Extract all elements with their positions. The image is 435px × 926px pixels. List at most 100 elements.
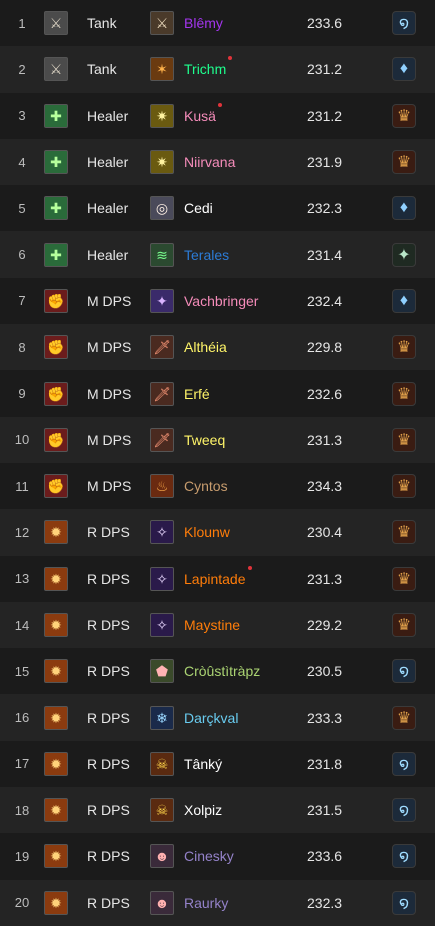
tank-role-icon: ⚔: [44, 11, 68, 36]
table-row[interactable]: 17 ✹ R DPS ☠ Tânký 231.8 ໑: [0, 740, 435, 788]
blue-crystal-icon: ♦: [392, 57, 416, 82]
shaman-spec-icon: ☻: [150, 844, 174, 869]
player-name[interactable]: Vachbringer: [184, 293, 258, 309]
tank-role-icon: ⚔: [44, 57, 68, 82]
blue-swirl-icon: ໑: [392, 844, 416, 869]
player-name[interactable]: Tânký: [184, 756, 222, 772]
player-name[interactable]: Tweeq: [184, 432, 225, 448]
table-row[interactable]: 18 ✹ R DPS ☠ Xolpiz 231.5 ໑: [0, 787, 435, 834]
mage-spec-icon: ✧: [150, 613, 174, 637]
player-name[interactable]: Trichm: [184, 56, 233, 77]
table-row[interactable]: 11 ✊ M DPS ♨ Cyntos 234.3 ♛: [0, 462, 435, 510]
healer-role-icon: ✚: [44, 150, 68, 175]
ranged-dps-role-icon: ✹: [44, 520, 68, 545]
red-crest-icon: ♛: [392, 613, 416, 637]
item-level: 233.3: [307, 709, 343, 726]
table-row[interactable]: 2 ⚔ Tank ✶ Trichm 231.2 ♦: [0, 46, 435, 93]
role-label: R DPS: [87, 617, 130, 633]
table-row[interactable]: 13 ✹ R DPS ✧ Lapintade 231.3 ♛: [0, 555, 435, 602]
player-name[interactable]: Kusä: [184, 102, 222, 124]
player-name[interactable]: Althéia: [184, 339, 227, 355]
table-row[interactable]: 6 ✚ Healer ≋ Terales 231.4 ✦: [0, 231, 435, 278]
item-level: 232.3: [307, 894, 343, 911]
red-crest-icon: ♛: [392, 103, 416, 128]
player-name[interactable]: Niirvana: [184, 154, 235, 170]
role-label: R DPS: [87, 894, 130, 911]
melee-dps-role-icon: ✊: [44, 474, 68, 499]
row-number: 19: [14, 848, 30, 864]
melee-dps-role-icon: ✊: [44, 381, 68, 406]
melee-dps-role-icon: ✊: [44, 427, 68, 452]
warrior-spec-icon: ⚔: [150, 11, 174, 36]
ranged-dps-role-icon: ✹: [44, 798, 68, 823]
player-name[interactable]: Xolpiz: [184, 802, 222, 818]
player-name[interactable]: Erfé: [184, 386, 210, 402]
paladin-spec-icon: ✷: [150, 150, 174, 175]
role-label: M DPS: [87, 478, 132, 495]
table-row[interactable]: 5 ✚ Healer ◎ Cedi 232.3 ♦: [0, 185, 435, 232]
table-row[interactable]: 10 ✊ M DPS 🗡 Tweeq 231.3 ♛: [0, 416, 435, 463]
blue-swirl-icon: ໑: [392, 751, 416, 776]
ranged-dps-role-icon: ✹: [44, 659, 68, 684]
role-label: M DPS: [87, 292, 132, 309]
red-crest-icon: ♛: [392, 335, 416, 360]
item-level: 233.6: [307, 848, 343, 865]
table-row[interactable]: 4 ✚ Healer ✷ Niirvana 231.9 ♛: [0, 138, 435, 186]
player-name[interactable]: Raurky: [184, 895, 228, 911]
item-level: 231.5: [307, 802, 343, 819]
table-row[interactable]: 7 ✊ M DPS ✦ Vachbringer 232.4 ♦: [0, 277, 435, 325]
rogue-spec-icon: 🗡: [150, 335, 174, 360]
table-row[interactable]: 14 ✹ R DPS ✧ Maystine 229.2 ♛: [0, 601, 435, 649]
table-row[interactable]: 15 ✹ R DPS ⬟ Cròûstìtràpz 230.5 ໑: [0, 648, 435, 695]
blue-crystal-icon: ♦: [392, 288, 416, 313]
role-label: Healer: [87, 154, 129, 171]
melee-dps-role-icon: ✊: [44, 288, 68, 313]
warlock-spec-icon: ☠: [150, 798, 174, 823]
table-row[interactable]: 8 ✊ M DPS 🗡 Althéia 229.8 ♛: [0, 324, 435, 371]
player-name[interactable]: Terales: [184, 247, 229, 263]
row-number: 15: [14, 663, 30, 679]
row-number: 17: [14, 756, 30, 772]
player-name[interactable]: Maystine: [184, 617, 240, 633]
role-label: Healer: [87, 107, 129, 124]
row-number: 18: [14, 802, 30, 818]
row-number: 14: [14, 617, 30, 633]
player-name[interactable]: Klounw: [184, 524, 230, 540]
item-level: 232.4: [307, 292, 343, 309]
red-crest-icon: ♛: [392, 150, 416, 175]
table-row[interactable]: 20 ✹ R DPS ☻ Raurky 232.3 ໑: [0, 879, 435, 926]
row-number: 11: [15, 478, 29, 494]
row-number: 1: [18, 15, 26, 31]
item-level: 231.9: [307, 154, 343, 171]
player-name[interactable]: Cròûstìtràpz: [184, 663, 260, 679]
status-dot: [228, 56, 233, 61]
player-name[interactable]: Cedi: [184, 200, 213, 216]
status-dot: [217, 102, 222, 107]
player-name[interactable]: Cinesky: [184, 848, 234, 864]
row-number: 2: [18, 61, 26, 77]
player-name[interactable]: Blêmy: [184, 15, 223, 31]
player-name[interactable]: Darçkval: [184, 710, 238, 726]
healer-role-icon: ✚: [44, 196, 68, 221]
item-level: 231.3: [307, 431, 343, 448]
row-number: 7: [18, 293, 26, 309]
mage-spec-icon: ✧: [150, 520, 174, 545]
player-name[interactable]: Cyntos: [184, 478, 228, 494]
table-row[interactable]: 1 ⚔ Tank ⚔ Blêmy 233.6 ໑: [0, 0, 435, 47]
ranged-dps-role-icon: ✹: [44, 705, 68, 730]
table-row[interactable]: 12 ✹ R DPS ✧ Klounw 230.4 ♛: [0, 509, 435, 556]
rogue-spec-icon: 🗡: [150, 427, 174, 452]
table-row[interactable]: 16 ✹ R DPS ❄ Darçkval 233.3 ♛: [0, 694, 435, 741]
red-crest-icon: ♛: [392, 381, 416, 406]
table-row[interactable]: 9 ✊ M DPS 🗡 Erfé 232.6 ♛: [0, 370, 435, 417]
table-row[interactable]: 19 ✹ R DPS ☻ Cinesky 233.6 ໑: [0, 833, 435, 880]
red-crest-icon: ♛: [392, 705, 416, 730]
red-crest-icon: ♛: [392, 520, 416, 545]
item-level: 233.6: [307, 15, 343, 32]
table-row[interactable]: 3 ✚ Healer ✷ Kusä 231.2 ♛: [0, 92, 435, 139]
red-crest-icon: ♛: [392, 474, 416, 499]
player-name[interactable]: Lapintade: [184, 565, 252, 587]
row-number: 5: [18, 200, 26, 216]
mage-spec-icon: ✧: [150, 566, 174, 591]
role-label: R DPS: [87, 755, 130, 772]
